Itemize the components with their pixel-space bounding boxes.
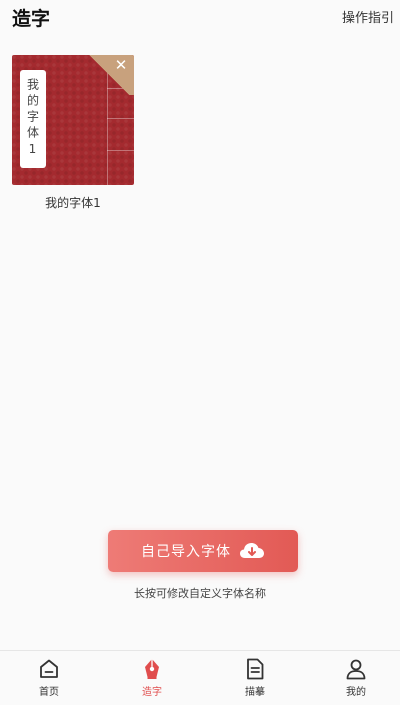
close-icon[interactable]: ✕ (113, 57, 129, 73)
nav-item-trace[interactable]: 描摹 (225, 657, 285, 701)
import-button-label: 自己导入字体 (141, 544, 231, 560)
page-title: 造字 (12, 8, 51, 30)
cover-label: 我的字体1 (20, 70, 46, 168)
import-font-button[interactable]: 自己导入字体 (108, 530, 298, 572)
app-root: 造字 操作指引 我的字体1 ✕ 我的字体1 自己导入字体 长按可修改自定义字体名… (0, 0, 400, 705)
font-cover[interactable]: 我的字体1 ✕ (12, 55, 134, 185)
home-icon (40, 659, 58, 678)
font-name: 我的字体1 (45, 196, 101, 210)
document-icon (247, 658, 264, 680)
nav-item-home[interactable]: 首页 (19, 657, 79, 701)
nav-label-create: 造字 (142, 687, 162, 698)
nav-label-home: 首页 (39, 687, 59, 698)
spine-tick (107, 118, 134, 119)
nav-item-create[interactable]: 造字 (122, 657, 182, 701)
pen-nib-icon (145, 659, 159, 679)
cloud-download-icon (240, 543, 264, 558)
rename-hint: 长按可修改自定义字体名称 (134, 587, 266, 600)
font-card[interactable]: 我的字体1 ✕ (12, 55, 134, 185)
spine-tick (107, 150, 134, 151)
nav-label-me: 我的 (346, 687, 366, 698)
nav-item-me[interactable]: 我的 (326, 657, 386, 701)
header: 造字 操作指引 (0, 0, 400, 34)
cover-label-text: 我的字体1 (25, 78, 40, 160)
bottom-nav: 首页 造字 描摹 我的 (0, 650, 400, 705)
user-icon (346, 659, 366, 680)
guide-link[interactable]: 操作指引 (342, 7, 394, 26)
nav-label-trace: 描摹 (245, 687, 265, 698)
